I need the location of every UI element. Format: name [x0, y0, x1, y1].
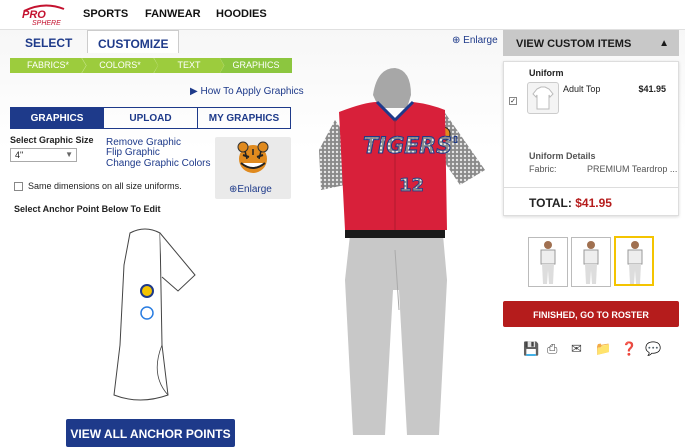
- total-value: $41.95: [575, 196, 612, 210]
- size-label: Select Graphic Size: [10, 135, 94, 145]
- view-thumbnail-back[interactable]: [571, 237, 611, 287]
- selected-graphic-preview[interactable]: ⊕Enlarge: [215, 137, 291, 199]
- same-dimensions-checkbox[interactable]: [14, 182, 23, 191]
- graphic-size-select[interactable]: 4" ▼: [10, 148, 77, 162]
- details-title: Uniform Details: [529, 151, 596, 161]
- nav-hoodies[interactable]: HOODIES: [216, 8, 267, 20]
- chevron-up-icon: ▲: [659, 38, 669, 49]
- anchor-label: Select Anchor Point Below To Edit: [14, 204, 161, 214]
- email-icon[interactable]: ✉: [571, 341, 582, 357]
- play-circle-icon: ▶: [190, 86, 198, 97]
- chevron-down-icon: ▼: [65, 150, 73, 159]
- anchor-point[interactable]: [140, 306, 154, 320]
- graphic-tabs: GRAPHICS UPLOAD MY GRAPHICS: [10, 107, 291, 129]
- step-graphics[interactable]: GRAPHICS: [220, 58, 292, 73]
- enlarge-graphic-link[interactable]: ⊕Enlarge: [229, 184, 272, 195]
- tab-select[interactable]: SELECT: [15, 30, 82, 52]
- how-to-label: How To Apply Graphics: [200, 86, 304, 97]
- adult-top-thumbnail: [527, 82, 559, 114]
- nav-fanwear[interactable]: FANWEAR: [145, 8, 201, 20]
- enlarge-preview-link[interactable]: ⊕ Enlarge: [452, 35, 498, 46]
- save-icon[interactable]: 💾: [523, 341, 539, 357]
- tab-graphics[interactable]: GRAPHICS: [11, 108, 104, 128]
- folder-icon[interactable]: 📁: [595, 341, 611, 357]
- svg-text:SPHERE: SPHERE: [32, 20, 61, 27]
- size-value: 4": [15, 150, 24, 160]
- tab-customize[interactable]: CUSTOMIZE: [87, 30, 180, 53]
- step-bar: FABRICS* COLORS* TEXT GRAPHICS: [10, 58, 292, 73]
- view-thumbnail-side[interactable]: [614, 236, 654, 286]
- uniform-section-title: Uniform: [529, 68, 564, 78]
- item-price: $41.95: [638, 84, 666, 94]
- sleeve-anchor-diagram: [113, 228, 196, 401]
- custom-items-panel: Uniform ✓ Adult Top $41.95 Uniform Detai…: [503, 61, 679, 216]
- view-custom-items-toggle[interactable]: VIEW CUSTOM ITEMS ▲: [503, 30, 679, 56]
- fabric-value: PREMIUM Teardrop ...: [587, 164, 678, 174]
- nav-sports[interactable]: SPORTS: [83, 8, 128, 20]
- item-name: Adult Top: [563, 84, 601, 94]
- finished-go-to-roster-button[interactable]: FINISHED, GO TO ROSTER: [503, 301, 679, 327]
- brand-logo[interactable]: PRO SPHERE: [18, 3, 68, 27]
- enlarge-label: Enlarge: [463, 35, 498, 46]
- chat-icon[interactable]: 💬: [645, 341, 661, 357]
- item-checkbox[interactable]: ✓: [509, 97, 517, 105]
- step-fabrics[interactable]: FABRICS*: [10, 58, 86, 73]
- total-label: TOTAL:: [529, 196, 572, 210]
- flip-graphic-link[interactable]: Flip Graphic: [106, 147, 160, 158]
- step-text[interactable]: TEXT: [154, 58, 224, 73]
- tab-upload[interactable]: UPLOAD: [104, 108, 198, 128]
- view-all-anchor-points-button[interactable]: VIEW ALL ANCHOR POINTS: [66, 419, 235, 447]
- enlarge-graphic-label: Enlarge: [237, 184, 272, 195]
- shirt-icon: [532, 86, 554, 110]
- total-row: TOTAL: $41.95: [529, 196, 612, 210]
- uniform-preview: TIGERS' 12: [319, 68, 485, 435]
- jersey-team-text: TIGERS': [363, 134, 459, 159]
- fabric-label: Fabric:: [529, 164, 557, 174]
- customizer-main: SELECT CUSTOMIZE FABRICS* COLORS* TEXT G…: [0, 30, 685, 448]
- tiger-graphic-icon: [237, 141, 269, 173]
- anchor-point-selected[interactable]: [140, 284, 154, 298]
- print-icon[interactable]: ⎙: [547, 341, 557, 357]
- how-to-link[interactable]: ▶ How To Apply Graphics: [190, 86, 304, 97]
- zoom-in-icon: ⊕: [452, 35, 461, 46]
- change-graphic-colors-link[interactable]: Change Graphic Colors: [106, 158, 211, 169]
- view-thumbnail-front[interactable]: [528, 237, 568, 287]
- same-dimensions-label: Same dimensions on all size uniforms.: [28, 181, 182, 191]
- top-bar: PRO SPHERE SPORTS FANWEAR HOODIES: [0, 0, 685, 30]
- step-colors[interactable]: COLORS*: [82, 58, 158, 73]
- tab-my-graphics[interactable]: MY GRAPHICS: [198, 108, 290, 128]
- jersey-number-text: 12: [399, 175, 424, 196]
- panel-header-label: VIEW CUSTOM ITEMS: [516, 38, 632, 50]
- help-icon[interactable]: ❓: [621, 341, 637, 357]
